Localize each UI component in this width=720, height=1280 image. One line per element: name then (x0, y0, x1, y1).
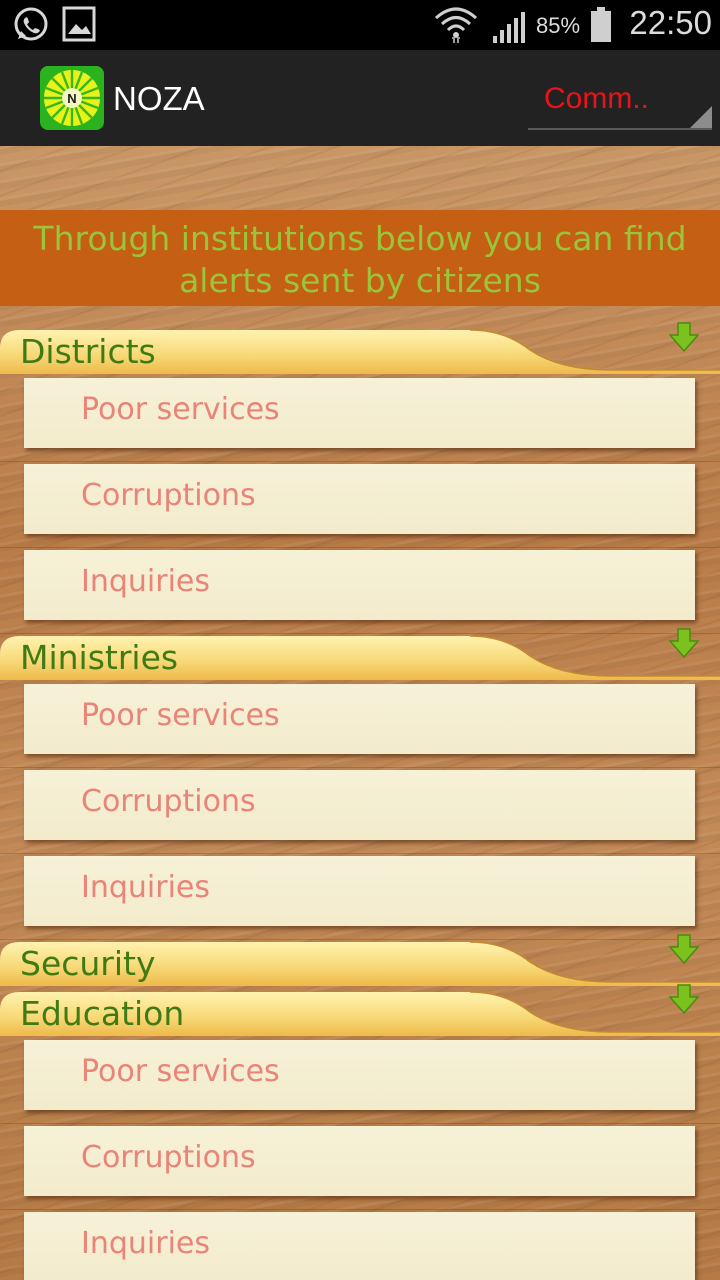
list-item[interactable]: Corruptions (0, 1124, 720, 1210)
group-header-districts[interactable]: Districts (0, 322, 720, 374)
image-notification-icon (62, 6, 96, 46)
signal-icon (492, 10, 528, 48)
list-item-card: Corruptions (24, 1126, 695, 1196)
wifi-icon (434, 6, 478, 48)
logo-letter: N (67, 91, 76, 106)
group-header-security[interactable]: Security (0, 934, 720, 986)
banner-line-2: alerts sent by citizens (179, 261, 541, 300)
list-item-label: Corruptions (81, 478, 256, 513)
spinner-selected-value: Comm.. (544, 82, 649, 115)
list-item-label: Poor services (81, 1054, 280, 1089)
list-item-card: Poor services (24, 378, 695, 448)
app-title: NOZA (113, 80, 205, 117)
clock: 22:50 (629, 4, 712, 41)
list-item-label: Inquiries (81, 564, 211, 599)
status-bar: 85% 22:50 (0, 0, 720, 50)
list-item[interactable]: Corruptions (0, 462, 720, 548)
action-bar: N NOZA Comm.. (0, 50, 720, 146)
list-item-label: Poor services (81, 698, 280, 733)
list-item-card: Inquiries (24, 550, 695, 620)
list-item[interactable]: Inquiries (0, 548, 720, 634)
group-label: Districts (20, 332, 156, 371)
group-label: Education (20, 994, 185, 1033)
category-spinner[interactable]: Comm.. (528, 72, 712, 130)
list-item-card: Inquiries (24, 1212, 695, 1280)
list-item-card: Poor services (24, 1040, 695, 1110)
list-item[interactable]: Corruptions (0, 768, 720, 854)
list-item[interactable]: Poor services (0, 682, 720, 768)
expand-arrow-icon (667, 320, 701, 358)
list-item-label: Corruptions (81, 1140, 256, 1175)
banner-line-1: Through institutions below you can find (33, 219, 687, 258)
battery-icon (590, 7, 612, 47)
spinner-dropdown-icon (690, 106, 712, 128)
battery-percent: 85% (536, 13, 581, 38)
list-item[interactable]: Poor services (0, 1038, 720, 1124)
list-item-card: Poor services (24, 684, 695, 754)
group-header-ministries[interactable]: Ministries (0, 628, 720, 680)
list-item-card: Corruptions (24, 770, 695, 840)
list-item-card: Inquiries (24, 856, 695, 926)
expand-arrow-icon (667, 982, 701, 1020)
list-item[interactable]: Poor services (0, 376, 720, 462)
expand-arrow-icon (667, 932, 701, 970)
list-item-label: Corruptions (81, 784, 256, 819)
group-label: Security (20, 944, 156, 983)
group-header-education[interactable]: Education (0, 984, 720, 1036)
list-item-label: Inquiries (81, 1226, 211, 1261)
list-item-label: Poor services (81, 392, 280, 427)
list-item[interactable]: Inquiries (0, 854, 720, 940)
info-banner: Through institutions below you can find … (0, 210, 720, 306)
group-label: Ministries (20, 638, 179, 677)
list-item-card: Corruptions (24, 464, 695, 534)
content-area: Through institutions below you can find … (0, 146, 720, 1280)
list-item[interactable]: Inquiries (0, 1210, 720, 1280)
app-logo-icon[interactable]: N (40, 66, 104, 134)
expand-arrow-icon (667, 626, 701, 664)
whatsapp-icon (12, 6, 50, 48)
list-item-label: Inquiries (81, 870, 211, 905)
